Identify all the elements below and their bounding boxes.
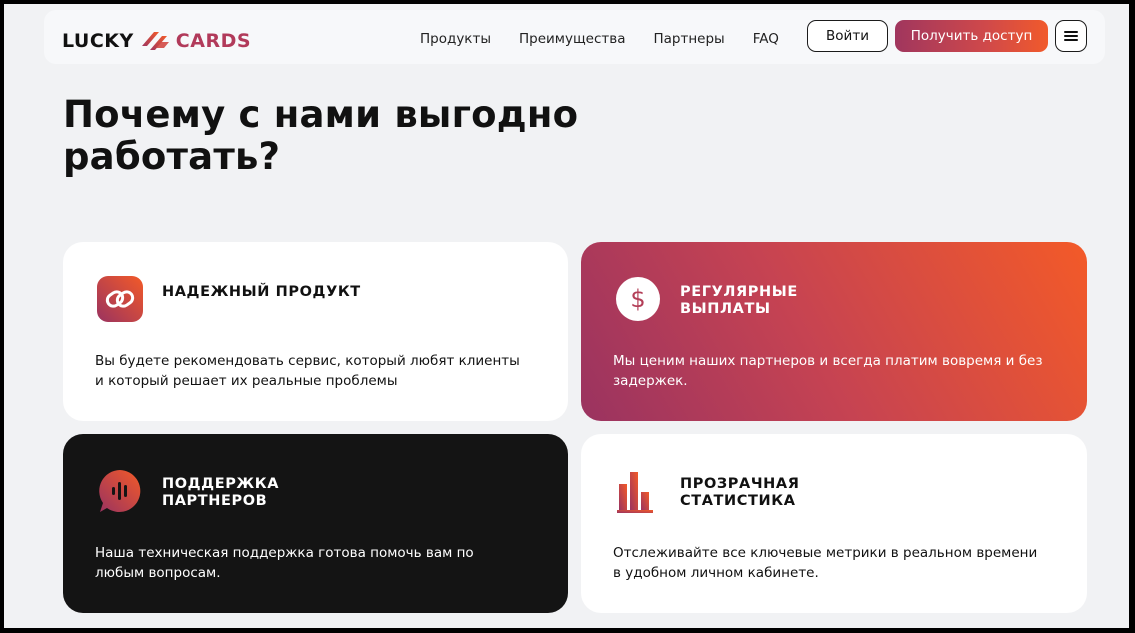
card-partner-support: ПОДДЕРЖКА ПАРТНЕРОВ Наша техническая под… [63, 434, 568, 613]
svg-text:$: $ [630, 285, 645, 313]
card-description: Вы будете рекомендовать сервис, который … [95, 353, 520, 389]
login-button[interactable]: Войти [807, 20, 888, 52]
hamburger-icon [1064, 31, 1078, 41]
chat-icon [99, 470, 141, 512]
card-reliable-product: НАДЕЖНЫЙ ПРОДУКТ Вы будете рекомендовать… [63, 242, 568, 421]
link-icon [97, 276, 143, 322]
card-title: ПРОЗРАЧНАЯ СТАТИСТИКА [680, 476, 800, 509]
card-title: ПОДДЕРЖКА ПАРТНЕРОВ [162, 476, 280, 509]
card-description: Наша техническая поддержка готова помочь… [95, 545, 474, 581]
logo-cards-text: CARDS [175, 30, 252, 52]
logo-lucky-text: LUCKY [62, 30, 134, 52]
page: LUCKY CARDS Продукты Преимущества Партне… [4, 4, 1129, 628]
logo-mark-icon [141, 32, 169, 50]
card-title: РЕГУЛЯРНЫЕ ВЫПЛАТЫ [680, 284, 798, 317]
bar-chart-icon [617, 472, 653, 513]
nav-products[interactable]: Продукты [420, 31, 491, 47]
card-description: Отслеживайте все ключевые метрики в реал… [613, 545, 1038, 581]
card-title: НАДЕЖНЫЙ ПРОДУКТ [162, 284, 361, 300]
nav-advantages[interactable]: Преимущества [519, 31, 626, 47]
dollar-icon: $ [616, 277, 660, 321]
nav-partners[interactable]: Партнеры [654, 31, 725, 47]
nav-faq[interactable]: FAQ [753, 31, 779, 47]
card-transparent-stats: ПРОЗРАЧНАЯ СТАТИСТИКА Отслеживайте все к… [581, 434, 1087, 613]
header: LUCKY CARDS Продукты Преимущества Партне… [44, 10, 1105, 64]
main-nav: Продукты Преимущества Партнеры FAQ [420, 31, 807, 47]
card-regular-payouts: $ РЕГУЛЯРНЫЕ ВЫПЛАТЫ Мы ценим наших парт… [581, 242, 1087, 421]
menu-button[interactable] [1055, 20, 1087, 52]
get-access-button[interactable]: Получить доступ [895, 20, 1048, 52]
card-description: Мы ценим наших партнеров и всегда платим… [613, 353, 1043, 389]
page-title: Почему с нами выгодно работать? [63, 93, 579, 178]
logo[interactable]: LUCKY CARDS [62, 28, 251, 54]
